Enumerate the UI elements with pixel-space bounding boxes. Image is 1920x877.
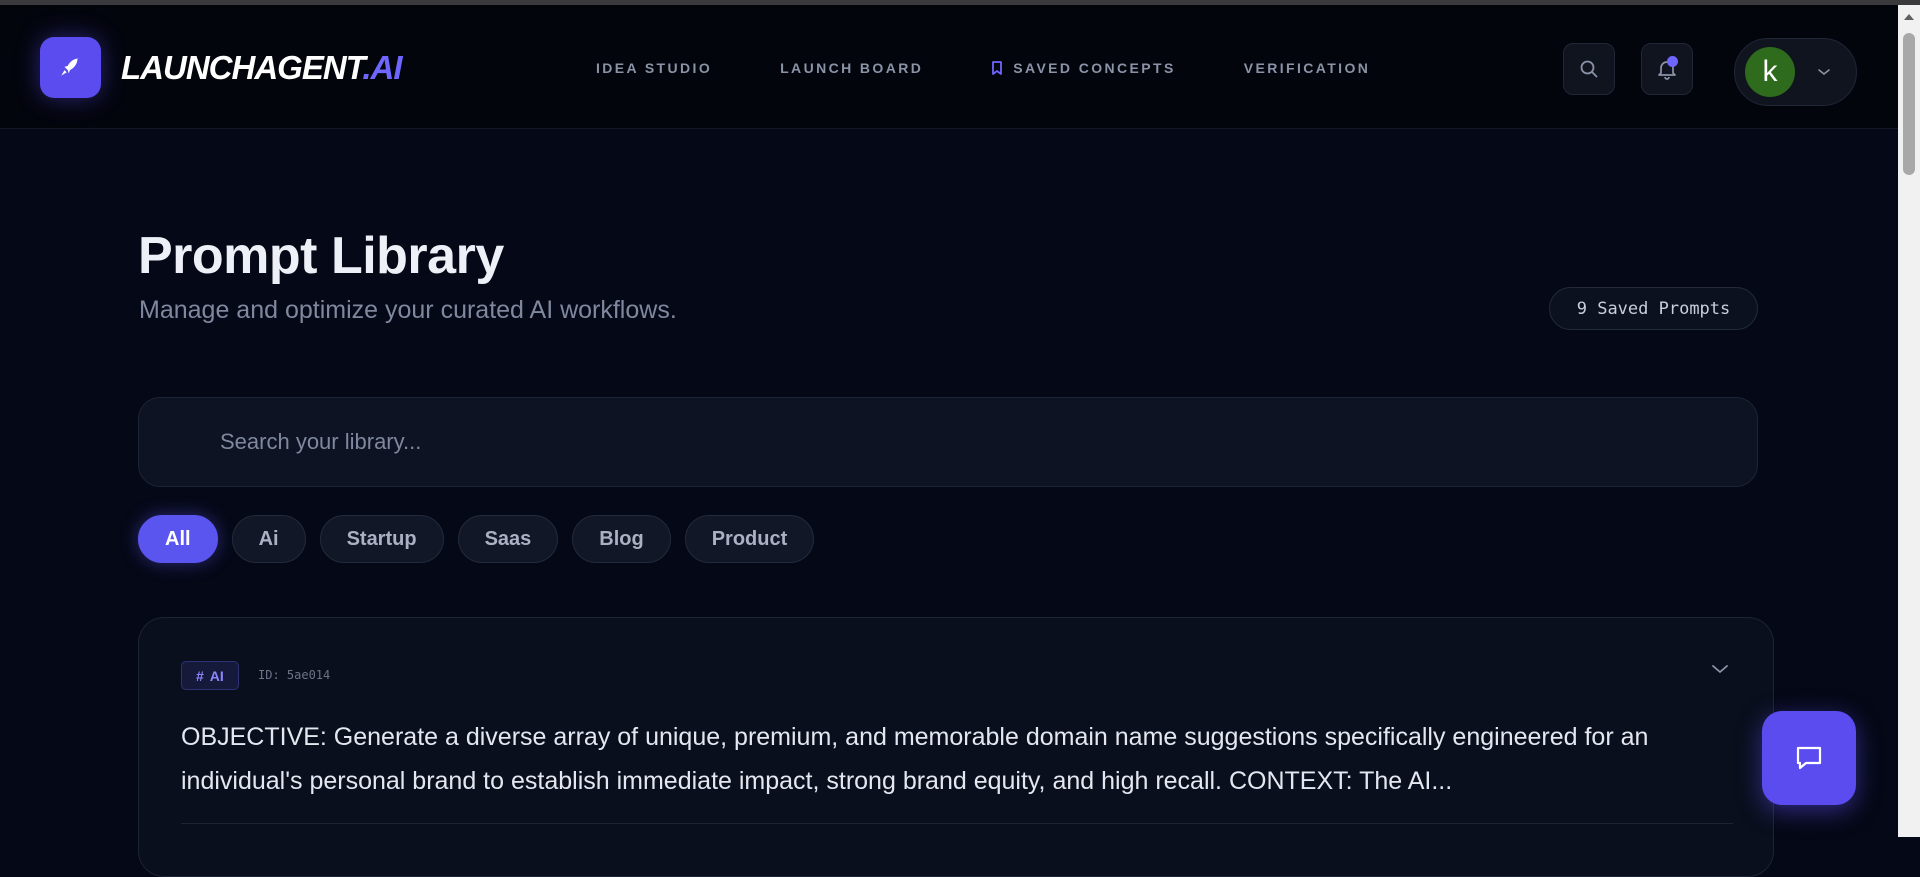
category-tag: # AI	[181, 661, 239, 690]
chat-icon	[1796, 746, 1822, 770]
hash-icon: #	[196, 667, 204, 684]
prompt-id: ID: 5ae014	[258, 668, 331, 682]
page-subtitle: Manage and optimize your curated AI work…	[139, 296, 677, 324]
card-divider	[181, 823, 1733, 824]
scrollbar-thumb[interactable]	[1903, 33, 1915, 175]
filter-chips: All Ai Startup Saas Blog Product	[138, 515, 815, 563]
nav-label: VERIFICATION	[1243, 60, 1371, 76]
search-icon	[1580, 60, 1598, 78]
page-title: Prompt Library	[138, 227, 504, 285]
search-button[interactable]	[1563, 43, 1615, 95]
chat-button[interactable]	[1762, 711, 1856, 805]
filter-chip-startup[interactable]: Startup	[319, 515, 444, 563]
nav-label: IDEA STUDIO	[596, 60, 713, 76]
nav-saved-concepts[interactable]: SAVED CONCEPTS	[991, 60, 1175, 76]
filter-chip-blog[interactable]: Blog	[572, 515, 671, 563]
chevron-down-icon	[1712, 665, 1728, 674]
user-menu[interactable]: k	[1734, 38, 1857, 106]
brand-name: LAUNCHAGENT	[121, 49, 363, 86]
top-navbar: LAUNCHAGENT.AI IDEA STUDIO LAUNCH BOARD …	[0, 5, 1898, 129]
tag-label: AI	[209, 667, 224, 684]
expand-button[interactable]	[1710, 662, 1730, 676]
chevron-down-icon	[1817, 67, 1831, 77]
nav-label: LAUNCH BOARD	[780, 60, 924, 76]
filter-chip-product[interactable]: Product	[684, 515, 815, 563]
nav-label: SAVED CONCEPTS	[1013, 60, 1176, 76]
nav-verification[interactable]: VERIFICATION	[1244, 60, 1371, 76]
page-scrollbar[interactable]	[1898, 5, 1920, 837]
search-bar	[138, 397, 1758, 487]
saved-count-badge: 9 Saved Prompts	[1549, 287, 1758, 330]
search-input[interactable]	[220, 398, 1720, 486]
prompt-text: OBJECTIVE: Generate a diverse array of u…	[181, 723, 1649, 795]
scroll-up-arrow-icon[interactable]	[1904, 14, 1914, 20]
notification-dot	[1667, 56, 1678, 67]
filter-chip-ai[interactable]: Ai	[231, 515, 306, 563]
brand-suffix: .AI	[362, 49, 402, 86]
nav-idea-studio[interactable]: IDEA STUDIO	[596, 60, 712, 76]
prompt-card[interactable]: # AI ID: 5ae014 OBJECTIVE: Generate a di…	[138, 617, 1774, 877]
logo-button[interactable]	[40, 37, 101, 98]
brand-logo[interactable]: LAUNCHAGENT.AI	[121, 49, 403, 87]
main-nav: IDEA STUDIO LAUNCH BOARD SAVED CONCEPTS …	[596, 60, 1370, 76]
filter-chip-saas[interactable]: Saas	[457, 515, 559, 563]
filter-chip-all[interactable]: All	[138, 515, 218, 563]
nav-launch-board[interactable]: LAUNCH BOARD	[780, 60, 923, 76]
rocket-icon	[60, 57, 80, 76]
notifications-button[interactable]	[1641, 43, 1693, 95]
bookmark-icon	[991, 61, 1003, 75]
avatar: k	[1745, 47, 1795, 97]
